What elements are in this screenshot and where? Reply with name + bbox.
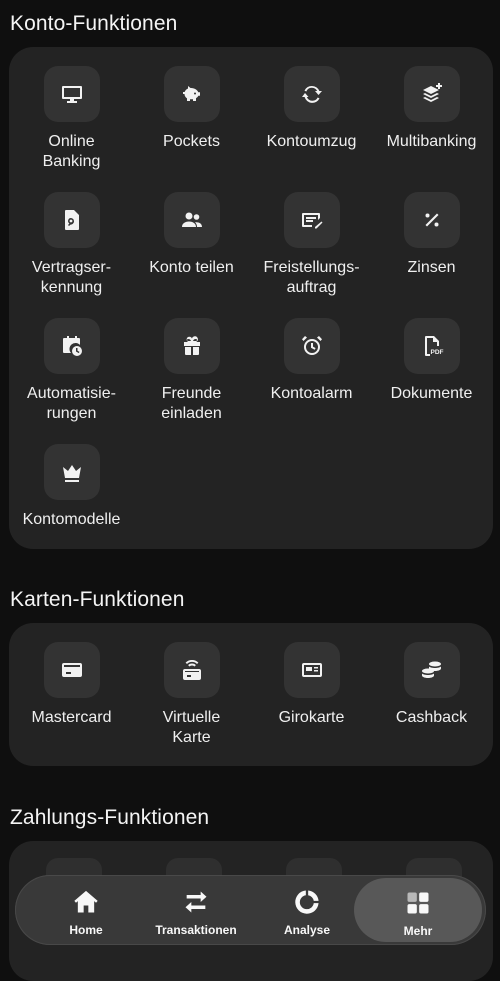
tile-label: Kontomodelle [22, 511, 121, 528]
tile-label: Zinsen [407, 259, 456, 276]
tile-mastercard[interactable]: Mastercard [11, 642, 132, 728]
tile-automatisierungen[interactable]: Automatisie- rungen [11, 318, 132, 424]
donut-chart-icon [295, 890, 319, 914]
karten-functions-card: Mastercard Virtuelle Karte Girokarte Cas… [9, 623, 493, 766]
form-edit-icon [301, 213, 322, 229]
nav-label: Home [69, 923, 103, 937]
grid-icon [407, 892, 429, 914]
piggy-bank-icon [182, 86, 200, 101]
tile-pockets[interactable]: Pockets [131, 66, 252, 152]
tile-zinsen[interactable]: Zinsen [371, 192, 492, 278]
section-title-konto: Konto-Funktionen [10, 12, 178, 35]
giro-card-icon [301, 663, 322, 677]
virtual-card-icon [182, 659, 201, 680]
tile-kontoumzug[interactable]: Kontoumzug [251, 66, 372, 152]
tile-cashback[interactable]: Cashback [371, 642, 492, 728]
nav-label: Analyse [283, 923, 331, 937]
nav-label: Mehr [403, 924, 433, 938]
nav-analyse[interactable]: Analyse [248, 875, 366, 945]
tile-label: Dokumente [390, 385, 473, 402]
layers-plus-icon [422, 83, 442, 102]
tile-label: Online Banking [42, 133, 101, 170]
tile-label: Automatisie- rungen [27, 385, 116, 422]
users-icon [181, 212, 202, 227]
tile-label: Freistellungs- auftrag [263, 259, 360, 296]
konto-functions-card: Online Banking Pockets Kontoumzug Multib… [9, 47, 493, 549]
monitor-icon [61, 86, 82, 103]
nav-mehr[interactable]: Mehr [354, 878, 482, 942]
tile-virtuelle-karte[interactable]: Virtuelle Karte [131, 642, 252, 748]
coins-icon [421, 661, 441, 678]
tile-konto-teilen[interactable]: Konto teilen [131, 192, 252, 278]
bottom-navigation: Home Transaktionen Analyse Mehr [15, 875, 486, 945]
section-title-karten: Karten-Funktionen [10, 588, 185, 611]
tile-label: Kontoumzug [266, 133, 357, 150]
refresh-icon [301, 85, 322, 103]
tile-kontoalarm[interactable]: Kontoalarm [251, 318, 372, 404]
alarm-clock-icon [301, 336, 322, 355]
svg-text:PDF: PDF [430, 349, 443, 356]
tile-label: Virtuelle Karte [162, 709, 221, 746]
percent-icon [425, 213, 438, 227]
tile-label: Kontoalarm [270, 385, 353, 402]
tile-label: Pockets [163, 133, 220, 150]
tile-label: Mastercard [31, 709, 112, 726]
tile-label: Multibanking [386, 133, 477, 150]
nav-transaktionen[interactable]: Transaktionen [137, 875, 255, 945]
nav-home[interactable]: Home [27, 875, 145, 945]
transfer-arrows-icon [185, 891, 207, 913]
tile-kontomodelle[interactable]: Kontomodelle [11, 444, 132, 530]
tile-freunde-einladen[interactable]: Freunde einladen [131, 318, 252, 424]
tile-label: Girokarte [278, 709, 345, 726]
tile-online-banking[interactable]: Online Banking [11, 66, 132, 172]
section-title-zahlungen: Zahlungs-Funktionen [10, 806, 210, 829]
tile-label: Konto teilen [149, 259, 234, 276]
tile-freistellungsauftrag[interactable]: Freistellungs- auftrag [251, 192, 372, 298]
credit-card-icon [61, 663, 82, 677]
tile-girokarte[interactable]: Girokarte [251, 642, 372, 728]
calendar-clock-icon [62, 336, 82, 356]
home-icon [74, 890, 98, 913]
document-search-icon [64, 210, 79, 230]
crown-icon [62, 465, 81, 482]
tile-dokumente[interactable]: PDF Dokumente [371, 318, 492, 404]
tile-vertragserkennung[interactable]: Vertragser- kennung [11, 192, 132, 298]
pdf-icon: PDF [424, 336, 443, 356]
nav-label: Transaktionen [155, 923, 237, 937]
gift-icon [183, 336, 200, 355]
tile-multibanking[interactable]: Multibanking [371, 66, 492, 152]
tile-label: Vertragser- kennung [31, 259, 112, 296]
tile-label: Cashback [395, 709, 468, 726]
tile-label: Freunde einladen [161, 385, 222, 422]
